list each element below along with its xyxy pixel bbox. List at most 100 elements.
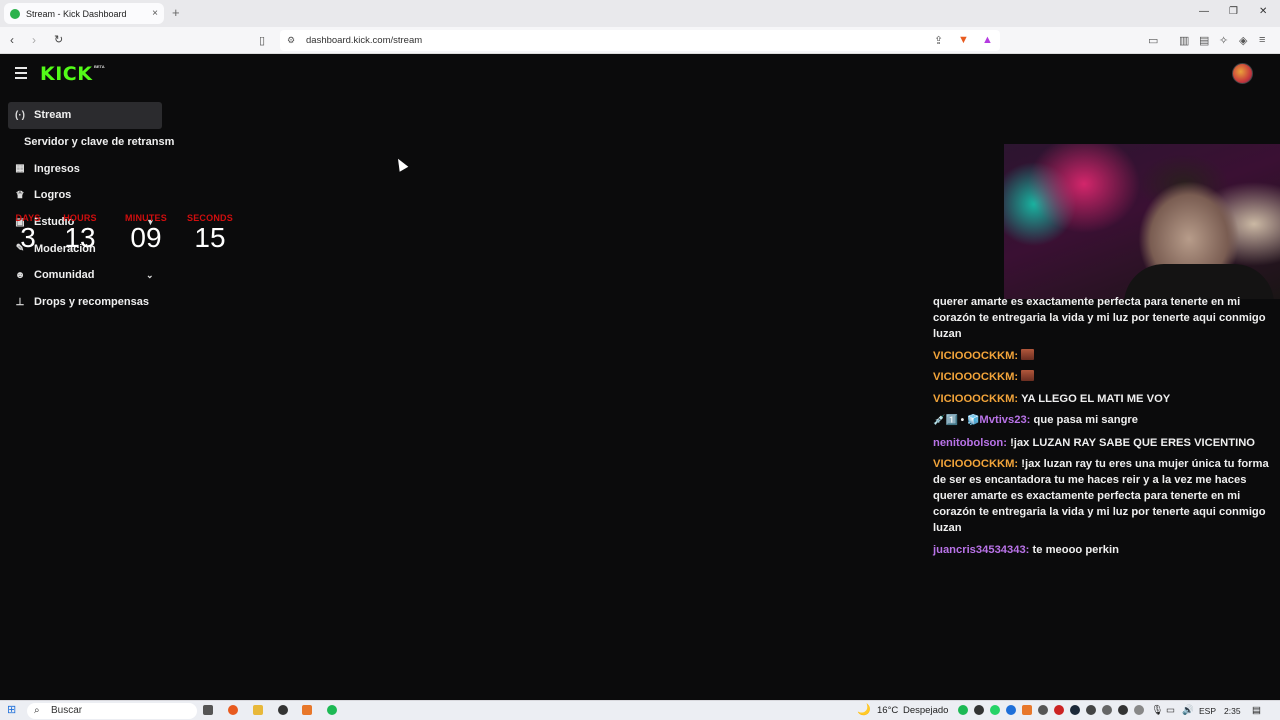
- weather-temp[interactable]: 16°C: [877, 705, 898, 716]
- sidebar-item-logros[interactable]: ♛ Logros: [8, 182, 188, 209]
- file-explorer-icon[interactable]: [253, 705, 263, 715]
- mouse-cursor: [393, 156, 409, 172]
- window-maximize-button[interactable]: ❐: [1229, 6, 1238, 17]
- sidebar-toggle-icon[interactable]: ▥: [1179, 34, 1189, 47]
- tray-app-icon[interactable]: [1022, 705, 1032, 715]
- tray-bluetooth-icon[interactable]: [1006, 705, 1016, 715]
- tab-manager-icon[interactable]: ▭: [1148, 34, 1158, 47]
- chat-panel: querer amarte es exactamente perfecta pa…: [933, 294, 1278, 563]
- webcam-feed: [1004, 144, 1280, 299]
- tab-title: Stream - Kick Dashboard: [26, 8, 127, 19]
- bookmark-icon[interactable]: ▯: [259, 34, 265, 47]
- microphone-icon[interactable]: 🎙: [1151, 705, 1163, 716]
- countdown-seconds-value: 15: [194, 222, 226, 253]
- volume-icon[interactable]: 🔊: [1182, 705, 1194, 716]
- tray-icon[interactable]: [1086, 705, 1096, 715]
- window-minimize-button[interactable]: —: [1199, 6, 1209, 17]
- tab-close-icon[interactable]: ×: [152, 8, 158, 19]
- chat-message: VICIOOOCKKM:: [933, 369, 1278, 385]
- taskbar-search-placeholder: Buscar: [51, 705, 83, 716]
- chat-username[interactable]: nenitobolson:: [933, 437, 1007, 449]
- kick-dashboard: KICK BETA (·) Stream Servidor y clave de…: [0, 54, 1280, 700]
- kick-logo[interactable]: KICK: [40, 63, 92, 85]
- countdown-hours: HOURS 13: [50, 213, 110, 253]
- weather-text[interactable]: Despejado: [903, 705, 948, 716]
- hamburger-menu-icon[interactable]: [15, 67, 27, 82]
- notifications-icon[interactable]: ▤: [1252, 705, 1261, 716]
- network-icon[interactable]: ▭: [1166, 705, 1175, 716]
- windows-taskbar: ⊞ ⌕ Buscar 🌙 16°C Despejado 🎙 ▭ 🔊 ESP 2:…: [0, 700, 1280, 720]
- sidebar: (·) Stream Servidor y clave de retransm …: [8, 102, 188, 316]
- new-tab-button[interactable]: +: [172, 5, 180, 20]
- countdown-seconds: SECONDS 15: [180, 213, 240, 253]
- taskbar-search-input[interactable]: ⌕ Buscar: [27, 703, 197, 719]
- chat-username[interactable]: VICIOOOCKKM:: [933, 350, 1018, 362]
- app-icon[interactable]: [302, 705, 312, 715]
- tray-spotify-icon[interactable]: [958, 705, 968, 715]
- sidebar-item-drops[interactable]: ⊥ Drops y recompensas: [8, 289, 188, 316]
- tray-icon[interactable]: [1054, 705, 1064, 715]
- sidebar-item-label: Logros: [34, 189, 72, 202]
- menu-icon[interactable]: ≡: [1259, 34, 1265, 46]
- chat-message-text: te meooo perkin: [1032, 543, 1119, 556]
- sidebar-item-ingresos[interactable]: ▦ Ingresos: [8, 155, 188, 182]
- search-icon: ⌕: [34, 705, 40, 716]
- chat-message: querer amarte es exactamente perfecta pa…: [933, 294, 1278, 342]
- sidebar-item-label: Stream: [34, 109, 72, 122]
- sidebar-item-label: Ingresos: [34, 162, 80, 175]
- url-field[interactable]: ⚙ dashboard.kick.com/stream: [280, 30, 1000, 51]
- countdown-minutes-value: 09: [130, 222, 162, 253]
- sidebar-item-comunidad[interactable]: ☻ Comunidad ⌄: [8, 262, 188, 289]
- sidebar-item-label: Servidor y clave de retransm: [24, 136, 175, 149]
- tray-icon[interactable]: [1038, 705, 1048, 715]
- broadcast-icon: (·): [15, 109, 25, 121]
- user-badges: 💉1️⃣ • 🧊: [933, 415, 980, 426]
- tray-icon[interactable]: [1134, 705, 1144, 715]
- wallet-icon[interactable]: ▤: [1199, 34, 1209, 47]
- chat-message-text: !jax LUZAN RAY SABE QUE ERES VICENTINO: [1010, 436, 1255, 449]
- brave-rewards-icon[interactable]: ▲: [982, 34, 993, 46]
- tray-icon[interactable]: [1118, 705, 1128, 715]
- share-icon[interactable]: ⇪: [934, 34, 943, 47]
- leo-ai-icon[interactable]: ✧: [1219, 34, 1228, 47]
- language-indicator[interactable]: ESP: [1199, 706, 1216, 716]
- chat-username[interactable]: VICIOOOCKKM:: [933, 458, 1018, 470]
- address-bar-row: ‹ › ↻ ▯ ⚙ dashboard.kick.com/stream ⇪ ▼ …: [0, 27, 1280, 54]
- task-view-icon[interactable]: [203, 705, 213, 715]
- chat-message-text: YA LLEGO EL MATI ME VOY: [1021, 392, 1171, 405]
- chevron-down-icon[interactable]: ⌄: [146, 270, 154, 281]
- chat-username[interactable]: juancris34534343:: [933, 544, 1029, 556]
- drops-icon: ⊥: [15, 296, 25, 308]
- user-avatar[interactable]: [1232, 63, 1253, 84]
- tray-whatsapp-icon[interactable]: [990, 705, 1000, 715]
- back-icon[interactable]: ‹: [10, 33, 14, 47]
- sidebar-item-label: Comunidad: [34, 269, 95, 282]
- window-close-button[interactable]: ✕: [1259, 6, 1267, 17]
- browser-tab[interactable]: Stream - Kick Dashboard ×: [4, 3, 164, 24]
- countdown-minutes: MINUTES 09: [116, 213, 176, 253]
- chat-username[interactable]: VICIOOOCKKM:: [933, 371, 1018, 383]
- tray-icon[interactable]: [1102, 705, 1112, 715]
- chat-message: 💉1️⃣ • 🧊Mvtivs23: que pasa mi sangre: [933, 412, 1278, 429]
- brave-shield-icon[interactable]: ▼: [958, 34, 969, 46]
- loading-spinner-icon[interactable]: ↻: [54, 33, 63, 46]
- chat-username[interactable]: Mvtivs23:: [979, 414, 1030, 426]
- tray-steam-icon[interactable]: [1070, 705, 1080, 715]
- chat-message: juancris34534343: te meooo perkin: [933, 542, 1278, 558]
- vpn-icon[interactable]: ◈: [1239, 34, 1247, 47]
- sidebar-item-stream[interactable]: (·) Stream: [8, 102, 162, 129]
- community-icon: ☻: [14, 269, 26, 281]
- sidebar-item-server-key[interactable]: Servidor y clave de retransm: [8, 129, 188, 156]
- windows-start-icon[interactable]: ⊞: [7, 703, 16, 716]
- countdown-hours-value: 13: [64, 222, 96, 253]
- chat-message: VICIOOOCKKM: !jax luzan ray tu eres una …: [933, 456, 1278, 536]
- brave-taskbar-icon[interactable]: [228, 705, 238, 715]
- beta-badge: BETA: [94, 64, 105, 69]
- chat-username[interactable]: VICIOOOCKKM:: [933, 393, 1018, 405]
- obs-icon[interactable]: [278, 705, 288, 715]
- site-info-icon[interactable]: ⚙: [287, 35, 295, 46]
- spotify-icon[interactable]: [327, 705, 337, 715]
- clock[interactable]: 2:35: [1224, 706, 1241, 716]
- tray-nvidia-icon[interactable]: [974, 705, 984, 715]
- forward-icon[interactable]: ›: [32, 33, 36, 47]
